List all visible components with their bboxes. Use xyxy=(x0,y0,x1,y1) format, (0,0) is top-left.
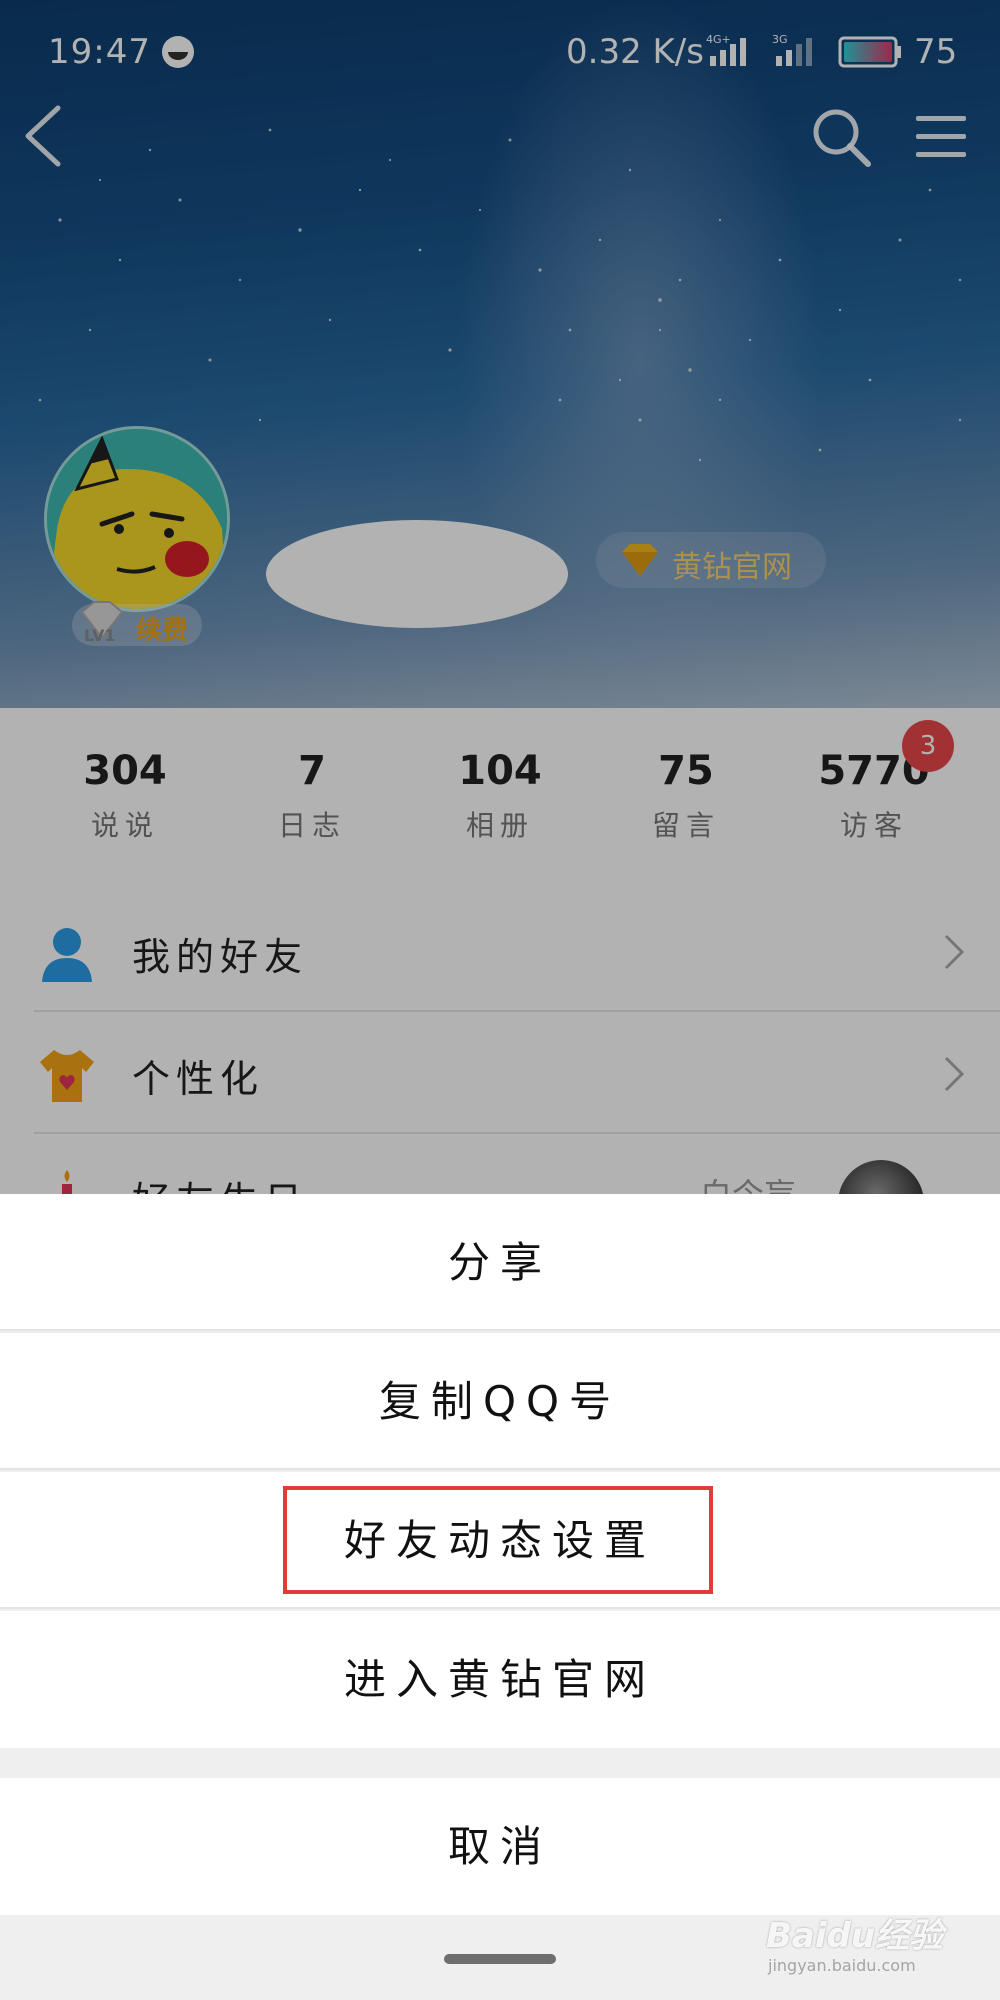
cancel-button[interactable]: 取消 xyxy=(0,1778,1000,1915)
option-label: 复制QQ号 xyxy=(378,1377,622,1426)
watermark-logo: Baidu经验 xyxy=(766,1916,944,1956)
option-label: 分享 xyxy=(447,1238,552,1287)
divider xyxy=(0,1468,1000,1470)
home-indicator[interactable] xyxy=(444,1954,556,1964)
action-sheet: 分享 复制QQ号 好友动态设置 进入黄钻官网 取消 xyxy=(0,1194,1000,2000)
option-copy-qq[interactable]: 复制QQ号 xyxy=(0,1333,1000,1470)
option-vip-site[interactable]: 进入黄钻官网 xyxy=(0,1611,1000,1748)
watermark-url: jingyan.baidu.com xyxy=(768,1956,916,1975)
divider xyxy=(0,1607,1000,1609)
highlight-annotation xyxy=(283,1486,713,1594)
modal-dim-overlay[interactable] xyxy=(0,0,1000,1195)
cancel-label: 取消 xyxy=(447,1822,552,1871)
divider xyxy=(0,1329,1000,1331)
option-label: 进入黄钻官网 xyxy=(343,1655,656,1704)
option-share[interactable]: 分享 xyxy=(0,1194,1000,1331)
